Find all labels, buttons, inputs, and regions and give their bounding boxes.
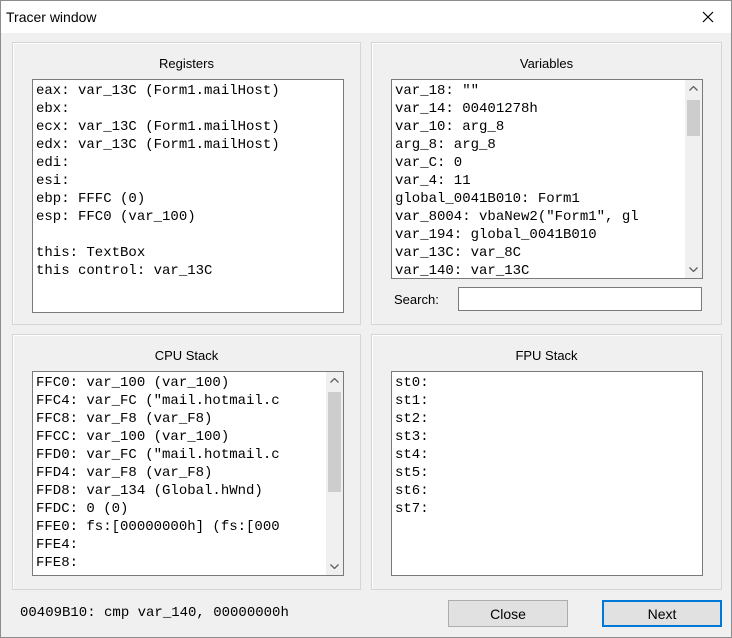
text-line: arg_8: arg_8 (395, 137, 496, 153)
text-line: st5: (395, 465, 429, 481)
fpu-stack-textbox[interactable]: st0: st1: st2: st3: st4: st5: st6: st7: (391, 371, 703, 576)
variables-scrollbar[interactable] (685, 80, 702, 278)
text-line: ecx: var_13C (Form1.mailHost) (36, 119, 280, 135)
text-line: FFC8: var_F8 (var_F8) (36, 411, 213, 427)
text-line: this control: var_13C (36, 263, 213, 279)
text-line: esp: FFC0 (var_100) (36, 209, 196, 225)
scroll-down-arrow-icon[interactable] (326, 558, 343, 575)
scroll-up-arrow-icon[interactable] (685, 80, 702, 97)
close-button[interactable]: Close (448, 600, 568, 627)
cpu-stack-panel: CPU Stack FFC0: var_100 (var_100) FFC4: v… (12, 334, 361, 590)
text-line: FFE8: (36, 555, 79, 571)
cpu-stack-lines: FFC0: var_100 (var_100) FFC4: var_FC ("ma… (33, 372, 343, 572)
text-line: var_8004: vbaNew2("Form1", gl (395, 209, 639, 225)
text-line: var_C: 0 (395, 155, 463, 171)
text-line: global_0041B010: Form1 (395, 191, 580, 207)
text-line: st1: (395, 393, 429, 409)
text-line: FFD0: var_FC ("mail.hotmail.c (36, 447, 280, 463)
scroll-down-arrow-icon[interactable] (685, 261, 702, 278)
variables-textbox[interactable]: var_18: "" var_14: 00401278h var_10: arg_8… (391, 79, 703, 279)
text-line: var_14: 00401278h (395, 101, 538, 117)
text-line: FFDC: 0 (0) (36, 501, 129, 517)
text-line: st4: (395, 447, 429, 463)
title-bar: Tracer window (1, 1, 731, 33)
text-line: FFCC: var_100 (var_100) (36, 429, 230, 445)
fpu-stack-lines: st0: st1: st2: st3: st4: st5: st6: st7: (392, 372, 702, 518)
next-button[interactable]: Next (602, 600, 722, 627)
text-line: var_13C: var_8C (395, 245, 522, 261)
text-line: ebx: (36, 101, 70, 117)
scroll-up-arrow-icon[interactable] (326, 372, 343, 389)
text-line: edi: (36, 155, 70, 171)
cpu-stack-title: CPU Stack (154, 348, 219, 363)
text-line: FFC4: var_FC ("mail.hotmail.c (36, 393, 280, 409)
tracer-window: Tracer window Registers eax: var_13C (Fo… (0, 0, 732, 638)
text-line: ebp: FFFC (0) (36, 191, 146, 207)
fpu-stack-panel: FPU Stack st0: st1: st2: st3: st4: st5: st6: st… (371, 334, 722, 590)
variables-scroll-thumb[interactable] (687, 100, 700, 136)
registers-title: Registers (159, 56, 214, 71)
registers-textbox[interactable]: eax: var_13C (Form1.mailHost) ebx: ecx: va… (32, 79, 344, 313)
current-instruction: 00409B10: cmp var_140, 00000000h (20, 605, 289, 621)
text-line: FFC0: var_100 (var_100) (36, 375, 230, 391)
close-icon (702, 11, 714, 23)
variables-lines: var_18: "" var_14: 00401278h var_10: arg_8… (392, 80, 702, 279)
text-line: FFD4: var_F8 (var_F8) (36, 465, 213, 481)
text-line: var_4: 11 (395, 173, 471, 189)
registers-lines: eax: var_13C (Form1.mailHost) ebx: ecx: va… (33, 80, 343, 280)
cpu-stack-textbox[interactable]: FFC0: var_100 (var_100) FFC4: var_FC ("ma… (32, 371, 344, 576)
text-line: st7: (395, 501, 429, 517)
text-line: this: TextBox (36, 245, 146, 261)
text-line: var_18: "" (395, 83, 480, 99)
window-title: Tracer window (6, 9, 97, 25)
text-line: FFD8: var_134 (Global.hWnd) (36, 483, 263, 499)
text-line: st0: (395, 375, 429, 391)
text-line: esi: (36, 173, 70, 189)
registers-panel: Registers eax: var_13C (Form1.mailHost) e… (12, 42, 361, 325)
text-line: var_194: global_0041B010 (395, 227, 597, 243)
search-input[interactable] (458, 287, 702, 311)
variables-panel: Variables var_18: "" var_14: 00401278h var… (371, 42, 722, 325)
text-line: FFE0: fs:[00000000h] (fs:[000 (36, 519, 280, 535)
cpu-stack-scroll-thumb[interactable] (328, 392, 341, 492)
text-line: var_10: arg_8 (395, 119, 505, 135)
text-line: st2: (395, 411, 429, 427)
text-line: FFE4: (36, 537, 79, 553)
text-line: st3: (395, 429, 429, 445)
variables-title: Variables (519, 56, 574, 71)
text-line: st6: (395, 483, 429, 499)
text-line (36, 226, 343, 244)
text-line: var_140: var_13C (395, 263, 530, 279)
fpu-stack-title: FPU Stack (515, 348, 578, 363)
cpu-stack-scrollbar[interactable] (326, 372, 343, 575)
text-line: edx: var_13C (Form1.mailHost) (36, 137, 280, 153)
close-window-button[interactable] (685, 1, 731, 33)
text-line: eax: var_13C (Form1.mailHost) (36, 83, 280, 99)
search-label: Search: (394, 292, 439, 307)
